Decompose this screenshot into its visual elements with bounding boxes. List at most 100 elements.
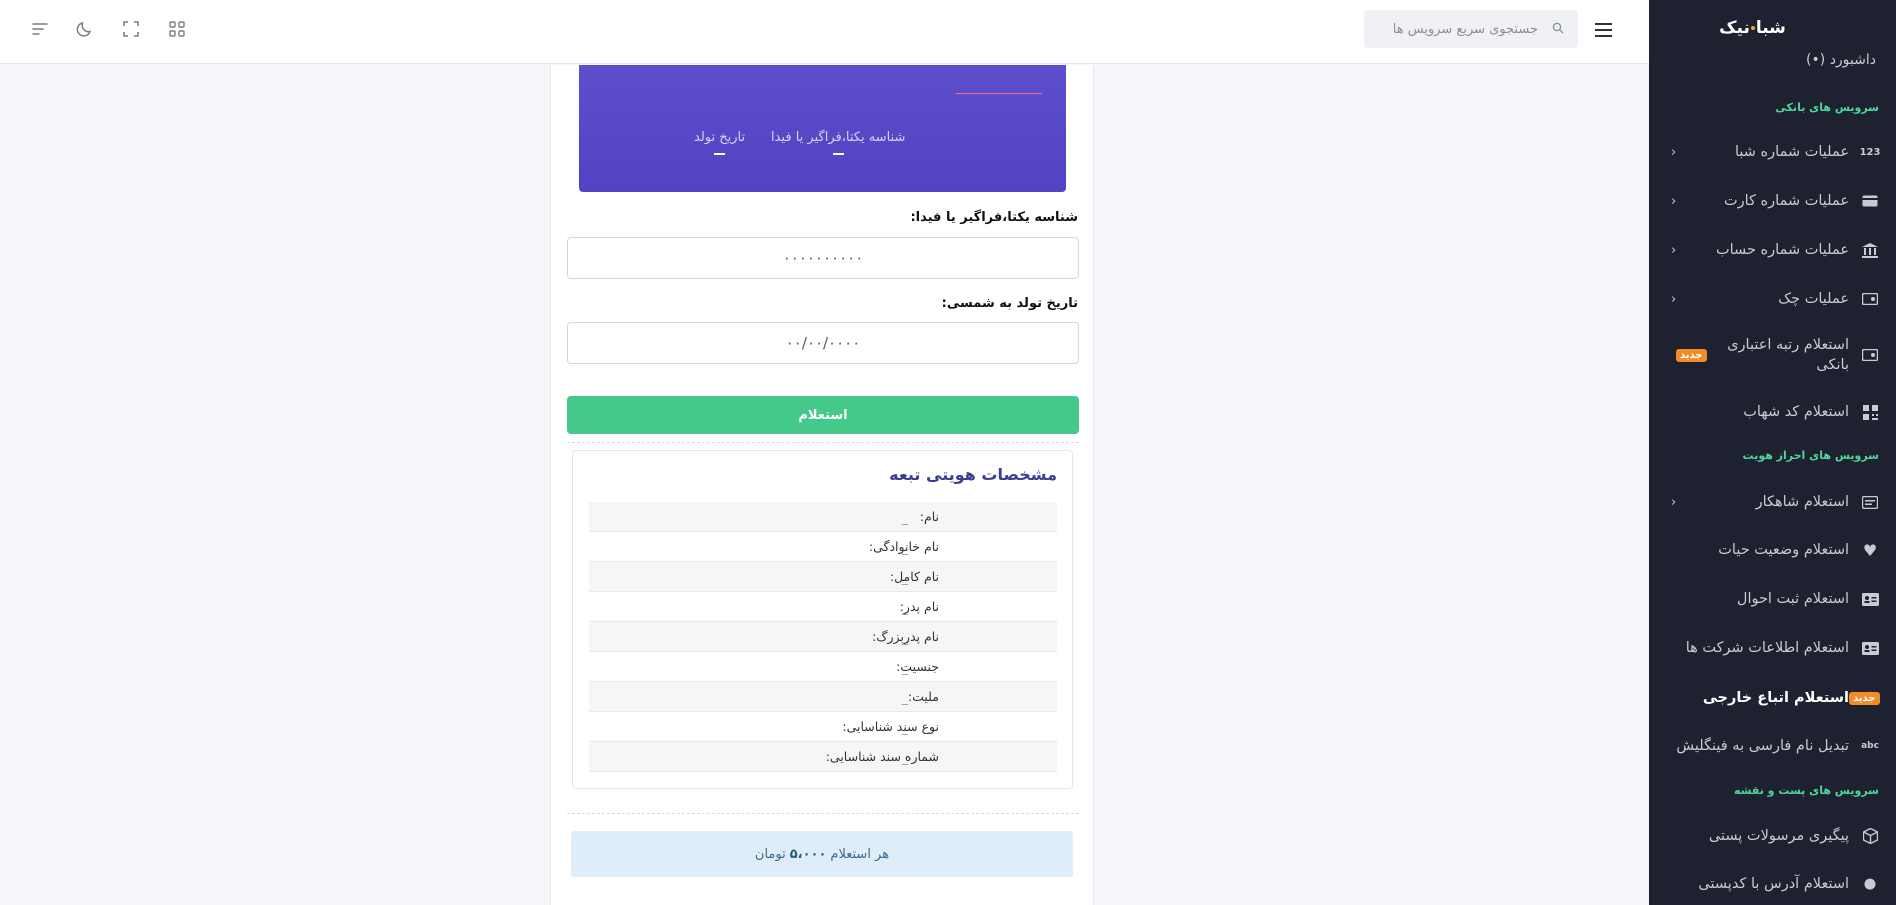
sort-icon[interactable]: [30, 19, 50, 39]
brand-name-part: شبا: [1755, 18, 1786, 38]
brand-logo[interactable]: نیک شبا: [1649, 0, 1896, 56]
sidebar-item-label: پیگیری مرسولات پستی: [1708, 828, 1849, 844]
birthdate-input[interactable]: [567, 322, 1079, 364]
logo-dot: [1750, 26, 1755, 30]
result-table: نام: _ نام خانوادگی: _ نام کامل: _ نام پدر:…: [589, 502, 1057, 772]
banner-field-placeholder: [832, 153, 844, 155]
row-value: _: [901, 690, 908, 705]
sidebar-item-label: استعلام رتبه اعتباری بانکی: [1727, 337, 1849, 373]
sidebar-item-label: استعلام وضعیت حیات: [1718, 542, 1849, 558]
fullscreen-icon[interactable]: [121, 19, 141, 39]
table-row: نام: _: [589, 502, 1057, 532]
sidebar-item-finglish[interactable]: abc تبدیل نام فارسی به فینگلیش: [1649, 736, 1896, 756]
credit-card-icon: [1861, 195, 1879, 207]
row-label: نام کامل:: [889, 569, 939, 584]
chevron-left-icon: ‹: [1671, 242, 1677, 258]
numbers-icon: 123: [1859, 146, 1881, 158]
price-prefix: هر استعلام: [830, 846, 890, 862]
result-panel: مشخصات هویتی تبعه نام: _ نام خانوادگی: _ ن…: [572, 450, 1073, 789]
table-row: نام پدربزرگ: _: [589, 622, 1057, 652]
new-badge: جدید: [1849, 691, 1880, 705]
preview-banner: شناسه یکتا،فراگیر یا فیدا تاریخ تولد: [579, 65, 1066, 192]
card-lines-icon: [1861, 495, 1879, 509]
banner-field-id: شناسه یکتا،فراگیر یا فیدا: [771, 130, 905, 155]
sidebar-item-label: عملیات شماره کارت: [1723, 193, 1849, 209]
sidebar-item-label: عملیات چک: [1778, 291, 1849, 307]
sidebar-item-label: استعلام آدرس با کدپستی: [1698, 876, 1849, 892]
menu-toggle-icon[interactable]: [1595, 23, 1612, 41]
sidebar-item-foreign-nationals[interactable]: استعلام اتباع خارجی جدید: [1649, 688, 1896, 708]
qr-code-icon: [1861, 404, 1879, 420]
chevron-left-icon: ‹: [1671, 193, 1677, 209]
sidebar-item-label: عملیات شماره شبا: [1735, 144, 1849, 160]
map-pin-icon: ●: [1863, 876, 1877, 892]
sidebar-item-sheba[interactable]: 123 عملیات شماره شبا ‹: [1649, 142, 1896, 162]
sidebar-item-label: استعلام اطلاعات شرکت ها: [1685, 640, 1849, 656]
row-value: _: [901, 720, 908, 735]
sidebar-item-label: استعلام اتباع خارجی: [1702, 690, 1849, 706]
row-value: _: [901, 600, 908, 615]
sidebar-item-label: عملیات شماره حساب: [1715, 242, 1849, 258]
row-value: _: [901, 570, 908, 585]
id-field-label: شناسه یکتا،فراگیر یا فیدا:: [910, 210, 1078, 225]
price-notice: هر استعلام ۵،۰۰۰ تومان: [571, 831, 1073, 877]
quick-search[interactable]: [1364, 10, 1578, 48]
chevron-left-icon: ‹: [1671, 291, 1677, 307]
heart-icon: ♥: [1862, 540, 1878, 560]
sidebar-item-label: استعلام شاهکار: [1755, 494, 1849, 510]
row-value: _: [901, 510, 908, 525]
banner-field-dob: تاریخ تولد: [694, 130, 745, 155]
sidebar-item-credit-rating[interactable]: استعلام رتبه اعتباری بانکی جدید: [1649, 335, 1896, 375]
sidebar-item-postal-code[interactable]: ● استعلام آدرس با کدپستی: [1649, 874, 1896, 894]
banner-field-placeholder: [714, 153, 726, 155]
id-card-icon: [1861, 641, 1879, 655]
new-badge: جدید: [1676, 348, 1707, 362]
sidebar-item-life-status[interactable]: ♥ استعلام وضعیت حیات: [1649, 540, 1896, 560]
cheque-icon: [1861, 349, 1879, 361]
row-label: نوع سند شناسایی:: [842, 719, 939, 734]
row-value: _: [901, 750, 908, 765]
inquiry-card: شناسه یکتا،فراگیر یا فیدا تاریخ تولد شنا…: [550, 65, 1094, 905]
abc-icon: abc: [1861, 741, 1879, 751]
sidebar-item-companies[interactable]: استعلام اطلاعات شرکت ها: [1649, 638, 1896, 658]
price-unit: تومان: [754, 846, 786, 862]
national-id-input[interactable]: [567, 237, 1079, 279]
search-input[interactable]: [1364, 10, 1578, 48]
sidebar-item-dashboard[interactable]: (•) داشبورد: [1806, 52, 1876, 68]
row-label: شماره سند شناسایی:: [825, 749, 939, 764]
table-row: شماره سند شناسایی: _: [589, 742, 1057, 772]
banner-field-label: شناسه یکتا،فراگیر یا فیدا: [771, 130, 906, 145]
sidebar-item-civil-registry[interactable]: استعلام ثبت احوال: [1649, 589, 1896, 609]
package-icon: [1861, 828, 1879, 844]
id-card-icon: [1861, 592, 1879, 606]
sidebar-item-cheque[interactable]: عملیات چک ‹: [1649, 289, 1896, 309]
top-header: [0, 0, 1649, 64]
banner-divider: [956, 93, 1042, 94]
dark-mode-icon[interactable]: [75, 19, 95, 39]
sidebar-item-card[interactable]: عملیات شماره کارت ‹: [1649, 191, 1896, 211]
sidebar-item-postal-tracking[interactable]: پیگیری مرسولات پستی: [1649, 826, 1896, 846]
row-value: _: [901, 540, 908, 555]
dob-field-label: تاریخ تولد به شمسی:: [941, 296, 1078, 311]
sidebar-item-shahab[interactable]: استعلام کد شهاب: [1649, 402, 1896, 422]
row-label: ملیت:: [907, 689, 939, 704]
section-title-banking: سرویس های بانکی: [1775, 101, 1879, 114]
search-icon: [1552, 22, 1564, 34]
apps-grid-icon[interactable]: [167, 19, 187, 39]
sidebar: نیک شبا (•) داشبورد سرویس های بانکی 123 ع…: [1649, 0, 1896, 905]
sidebar-item-label: استعلام کد شهاب: [1743, 404, 1849, 420]
sidebar-item-shahkar[interactable]: استعلام شاهکار ‹: [1649, 492, 1896, 512]
sidebar-item-account[interactable]: عملیات شماره حساب ‹: [1649, 240, 1896, 260]
cheque-icon: [1861, 293, 1879, 305]
table-row: ملیت: _: [589, 682, 1057, 712]
price-amount: ۵،۰۰۰: [789, 846, 827, 862]
divider: [567, 442, 1079, 443]
chevron-left-icon: ‹: [1671, 144, 1677, 160]
section-title-identity: سرویس های احراز هویت: [1742, 449, 1879, 462]
table-row: نام کامل: _: [589, 562, 1057, 592]
chevron-left-icon: ‹: [1671, 494, 1677, 510]
bank-icon: [1861, 242, 1879, 258]
row-label: نام:: [919, 509, 939, 524]
inquiry-submit-button[interactable]: استعلام: [567, 396, 1079, 434]
divider: [567, 813, 1079, 814]
